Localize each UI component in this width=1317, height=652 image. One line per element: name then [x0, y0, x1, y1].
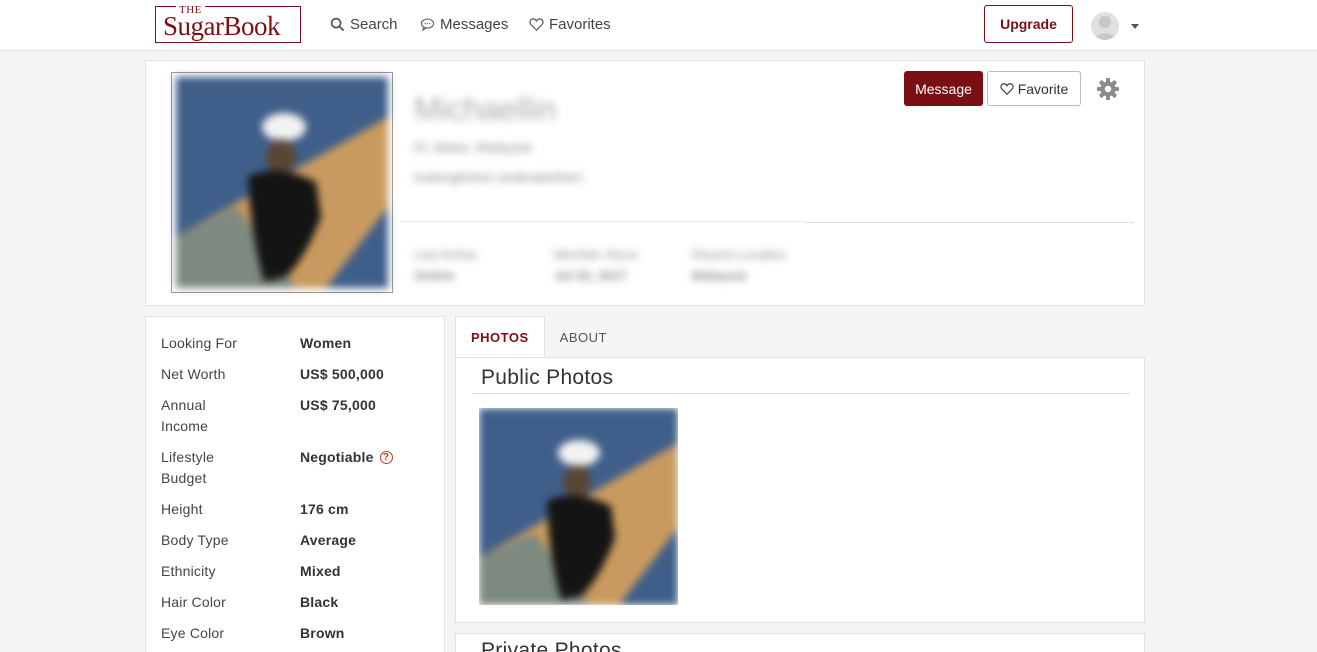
public-photos-title: Public Photos: [481, 366, 614, 389]
detail-annual-income: Annual Income US$ 75,000: [161, 395, 376, 437]
tab-photos[interactable]: PHOTOS: [455, 316, 545, 358]
private-photos-panel: Private Photos: [455, 633, 1145, 652]
heart-icon: [1000, 82, 1014, 95]
profile-photo-image: [176, 77, 388, 288]
profile-tabs: PHOTOS ABOUT: [455, 316, 622, 358]
stat-last-active: Last Active Online: [414, 247, 477, 283]
detail-label: Net Worth: [161, 366, 226, 382]
detail-label: Hair Color: [161, 594, 227, 610]
nav-messages-label: Messages: [440, 16, 509, 33]
favorite-button[interactable]: Favorite: [987, 71, 1081, 106]
search-icon: [330, 17, 345, 32]
detail-value: Women: [300, 335, 352, 351]
detail-label: Height: [161, 501, 203, 517]
sugarbook-logo[interactable]: THE SugarBook: [155, 4, 301, 43]
public-photo-image: [479, 408, 678, 605]
stat-value: Malaysia: [692, 268, 747, 283]
upgrade-button[interactable]: Upgrade: [984, 5, 1073, 43]
top-navbar: THE SugarBook Search Messages Favorites …: [0, 0, 1317, 51]
detail-value: Mixed: [300, 563, 341, 579]
detail-value: US$ 500,000: [300, 366, 384, 382]
nav-search-label: Search: [350, 16, 398, 33]
detail-hair-color: Hair Color Black: [161, 592, 338, 613]
detail-label: Annual Income: [161, 397, 209, 434]
detail-value: Black: [300, 594, 339, 610]
detail-height: Height 176 cm: [161, 499, 349, 520]
logo-brand: SugarBook: [163, 11, 281, 41]
profile-details-card: Looking For Women Net Worth US$ 500,000 …: [145, 316, 445, 652]
stat-value: Jul 02, 2017: [554, 268, 627, 283]
detail-body-type: Body Type Average: [161, 530, 356, 551]
message-button[interactable]: Message: [904, 71, 983, 106]
stat-recent-location: Recent Location Malaysia: [692, 247, 786, 283]
detail-value: US$ 75,000: [300, 397, 376, 413]
user-avatar-icon[interactable]: [1091, 12, 1119, 40]
profile-location: Kl, Malur, Malaysia: [414, 139, 532, 155]
stat-value: Online: [414, 268, 455, 283]
private-photos-title: Private Photos: [481, 639, 622, 652]
detail-label: Lifestyle Budget: [161, 449, 215, 486]
detail-value: 176 cm: [300, 501, 349, 517]
profile-main-photo[interactable]: [171, 72, 393, 293]
photos-panel: Public Photos: [455, 357, 1145, 623]
detail-ethnicity: Ethnicity Mixed: [161, 561, 341, 582]
detail-looking-for: Looking For Women: [161, 333, 351, 354]
detail-lifestyle-budget: Lifestyle Budget Negotiable ?: [161, 447, 393, 489]
section-divider: [472, 393, 1130, 394]
detail-value: Average: [300, 532, 357, 548]
public-photo-thumbnail[interactable]: [479, 408, 678, 605]
header-divider: [401, 221, 806, 222]
nav-search[interactable]: Search: [330, 16, 398, 33]
detail-label: Body Type: [161, 532, 229, 548]
gear-icon[interactable]: [1096, 77, 1120, 101]
chevron-down-icon[interactable]: [1131, 24, 1139, 29]
stat-label: Member Since: [554, 247, 638, 262]
help-circle-icon[interactable]: ?: [379, 451, 393, 464]
favorite-button-label: Favorite: [1017, 80, 1069, 97]
profile-tagline: lookingforfun andmakefrien: [414, 169, 583, 185]
chat-bubble-icon: [420, 18, 435, 32]
detail-eye-color: Eye Color Brown: [161, 623, 345, 644]
profile-header-card: Michaellin Kl, Malur, Malaysia lookingfo…: [145, 60, 1145, 306]
profile-name: Michaellin: [414, 91, 557, 127]
detail-value-wrap: Negotiable ?: [300, 447, 393, 468]
nav-favorites[interactable]: Favorites: [529, 16, 611, 33]
detail-label: Ethnicity: [161, 563, 216, 579]
stat-member-since: Member Since Jul 02, 2017: [554, 247, 638, 283]
heart-icon: [529, 18, 544, 31]
detail-value: Negotiable: [300, 449, 374, 465]
nav-favorites-label: Favorites: [549, 16, 611, 33]
tab-about[interactable]: ABOUT: [545, 316, 622, 358]
stat-label: Last Active: [414, 247, 477, 262]
detail-value: Brown: [300, 625, 345, 641]
nav-messages[interactable]: Messages: [420, 16, 508, 33]
header-divider: [806, 222, 1134, 223]
detail-label: Eye Color: [161, 625, 225, 641]
detail-net-worth: Net Worth US$ 500,000: [161, 364, 384, 385]
stat-label: Recent Location: [692, 247, 786, 262]
detail-label: Looking For: [161, 335, 238, 351]
